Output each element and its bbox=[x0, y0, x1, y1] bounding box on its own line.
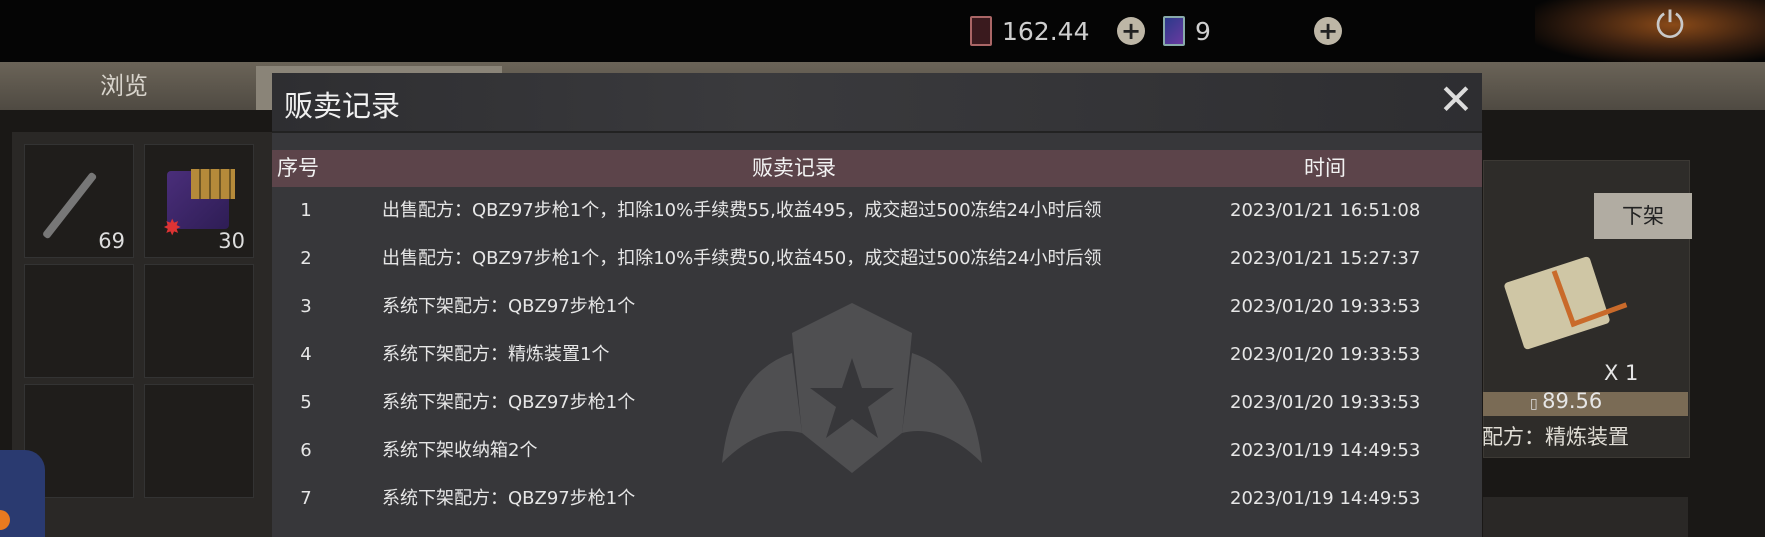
ammo-rounds-icon bbox=[191, 169, 235, 199]
top-bar bbox=[0, 0, 1765, 62]
row-record: 系统下架配方：QBZ97步枪1个 bbox=[382, 392, 636, 413]
table-row: 1 出售配方：QBZ97步枪1个，扣除10%手续费55,收益495，成交超过50… bbox=[272, 187, 1482, 235]
row-time: 2023/01/20 19:33:53 bbox=[1230, 344, 1421, 365]
table-header: 序号 贩卖记录 时间 bbox=[272, 150, 1482, 187]
row-time: 2023/01/21 15:27:37 bbox=[1230, 248, 1421, 269]
row-time: 2023/01/20 19:33:53 bbox=[1230, 296, 1421, 317]
inventory-slot-4[interactable] bbox=[144, 264, 254, 378]
blue-card-icon bbox=[1163, 16, 1185, 46]
listing-price-value: 89.56 bbox=[1542, 389, 1603, 413]
column-header-time: 时间 bbox=[1304, 156, 1346, 180]
listing-quantity: X 1 bbox=[1604, 361, 1639, 385]
currency-1: 162.44 bbox=[970, 14, 1089, 48]
dialog-title: 贩卖记录 bbox=[284, 89, 401, 123]
row-index: 5 bbox=[300, 392, 312, 413]
row-index: 6 bbox=[300, 440, 312, 461]
row-record: 系统下架配方：精炼装置1个 bbox=[382, 344, 610, 365]
row-record: 出售配方：QBZ97步枪1个，扣除10%手续费55,收益495，成交超过500冻… bbox=[382, 200, 1102, 221]
syringe-icon bbox=[41, 171, 98, 240]
slot-count: 30 bbox=[218, 229, 245, 253]
row-record: 系统下架收纳箱2个 bbox=[382, 440, 538, 461]
row-time: 2023/01/19 14:49:53 bbox=[1230, 488, 1421, 509]
slot-count: 69 bbox=[98, 229, 125, 253]
tab-browse[interactable]: 浏览 bbox=[100, 62, 148, 110]
row-index: 2 bbox=[300, 248, 312, 269]
table-row: 6 系统下架收纳箱2个 2023/01/19 14:49:53 bbox=[272, 427, 1482, 475]
row-record: 出售配方：QBZ97步枪1个，扣除10%手续费50,收益450，成交超过500冻… bbox=[382, 248, 1102, 269]
row-index: 1 bbox=[300, 200, 312, 221]
close-icon[interactable]: ✕ bbox=[1435, 79, 1477, 121]
table-row: 4 系统下架配方：精炼装置1个 2023/01/20 19:33:53 bbox=[272, 331, 1482, 379]
currency-1-value: 162.44 bbox=[1002, 16, 1090, 46]
sales-record-dialog: 贩卖记录 ✕ 序号 贩卖记录 时间 1 出售配方：QBZ97步枪1个，扣除10%… bbox=[272, 73, 1482, 537]
row-record: 系统下架配方：QBZ97步枪1个 bbox=[382, 296, 636, 317]
add-currency-2-button[interactable]: + bbox=[1314, 17, 1342, 45]
table-body[interactable]: 1 出售配方：QBZ97步枪1个，扣除10%手续费55,收益495，成交超过50… bbox=[272, 187, 1482, 537]
inventory-panel: 69 ✸ 30 bbox=[12, 132, 272, 537]
inventory-slot-2[interactable]: ✸ 30 bbox=[144, 144, 254, 258]
row-time: 2023/01/21 16:51:08 bbox=[1230, 200, 1421, 221]
row-record: 系统下架配方：QBZ97步枪1个 bbox=[382, 488, 636, 509]
row-time: 2023/01/19 14:49:53 bbox=[1230, 440, 1421, 461]
currency-2-value: 9 bbox=[1195, 16, 1211, 46]
row-index: 3 bbox=[300, 296, 312, 317]
red-card-icon bbox=[970, 16, 992, 46]
inventory-slot-6[interactable] bbox=[144, 384, 254, 498]
explosion-icon: ✸ bbox=[163, 216, 182, 241]
listing-bottom-strip bbox=[1483, 497, 1688, 537]
inventory-slot-3[interactable] bbox=[24, 264, 134, 378]
currency-card-icon: ▯ bbox=[1530, 396, 1543, 412]
table-row: 2 出售配方：QBZ97步枪1个，扣除10%手续费50,收益450，成交超过50… bbox=[272, 235, 1482, 283]
column-header-index: 序号 bbox=[277, 156, 319, 180]
power-icon[interactable]: ⏻ bbox=[1650, 6, 1690, 46]
delist-button[interactable]: 下架 bbox=[1594, 193, 1692, 239]
table-row: 7 系统下架配方：QBZ97步枪1个 2023/01/19 14:49:53 bbox=[272, 475, 1482, 523]
table-row: 5 系统下架配方：QBZ97步枪1个 2023/01/20 19:33:53 bbox=[272, 379, 1482, 427]
dialog-header: 贩卖记录 ✕ bbox=[272, 73, 1482, 133]
listing-price: ▯ 89.56 bbox=[1530, 389, 1602, 413]
inventory-slot-1[interactable]: 69 bbox=[24, 144, 134, 258]
row-index: 4 bbox=[300, 344, 312, 365]
listing-item-name: 配方：精炼装置 bbox=[1482, 425, 1629, 449]
row-time: 2023/01/20 19:33:53 bbox=[1230, 392, 1421, 413]
table-row: 3 系统下架配方：QBZ97步枪1个 2023/01/20 19:33:53 bbox=[272, 283, 1482, 331]
row-index: 7 bbox=[300, 488, 312, 509]
column-header-record: 贩卖记录 bbox=[752, 156, 836, 180]
add-currency-1-button[interactable]: + bbox=[1117, 17, 1145, 45]
currency-2: 9 bbox=[1163, 14, 1211, 48]
dialog-divider bbox=[272, 131, 1482, 133]
